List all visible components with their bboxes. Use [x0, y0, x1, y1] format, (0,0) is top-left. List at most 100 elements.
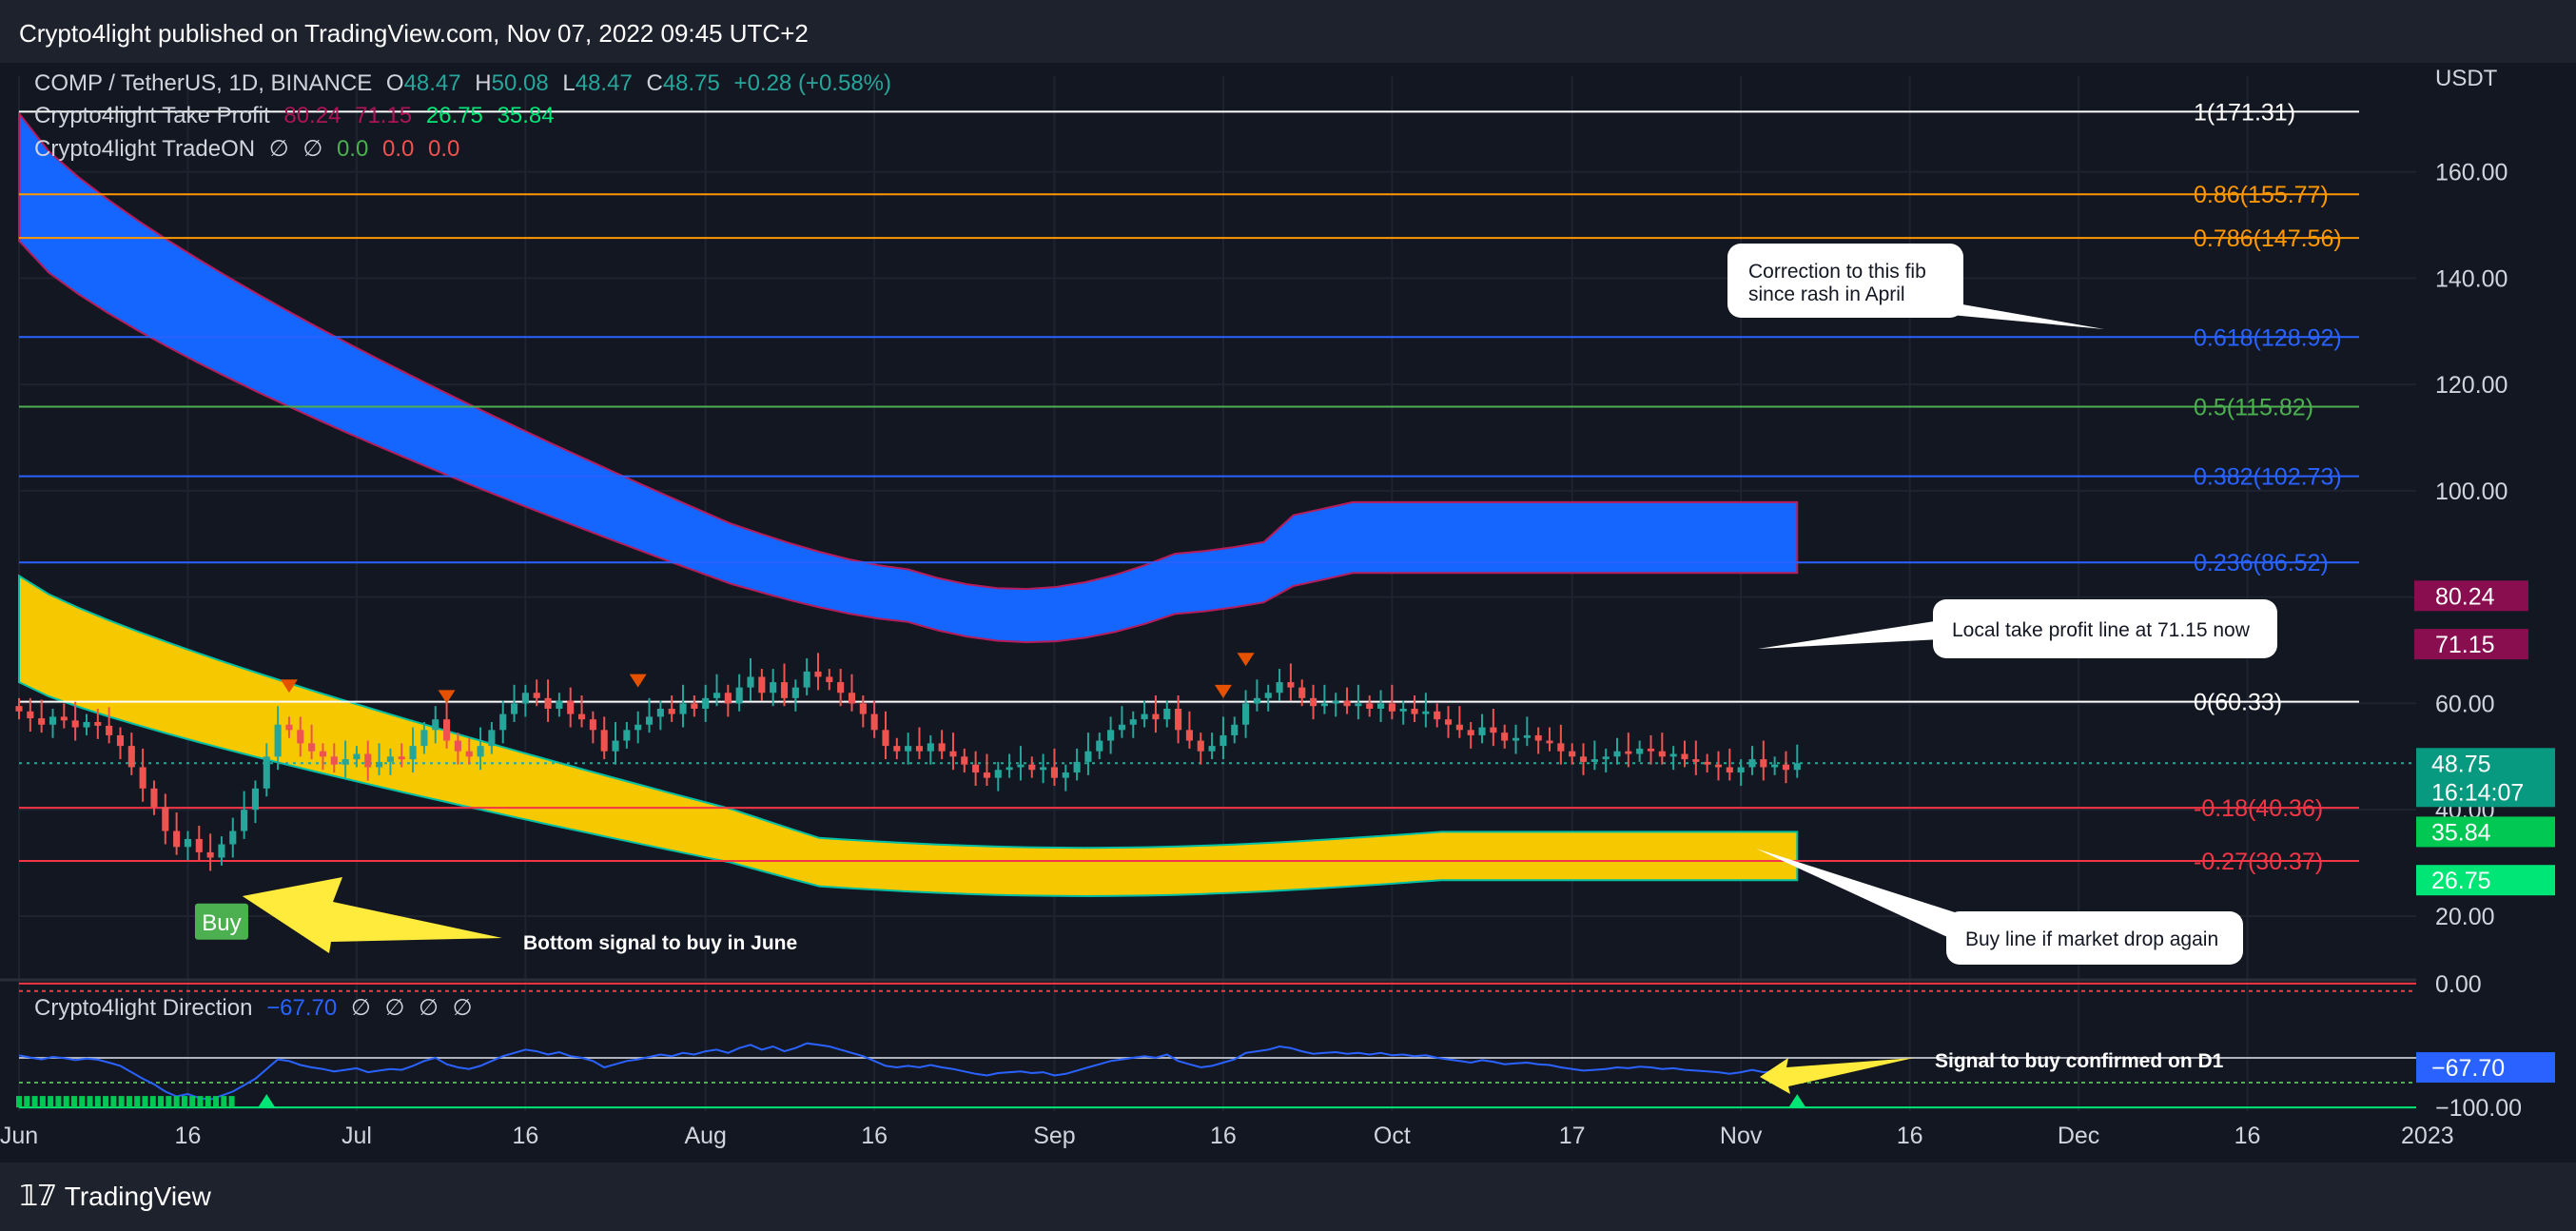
- callout-text: Correction to this fib: [1748, 261, 1926, 283]
- legend-tradeon-value: 0.0: [381, 136, 415, 162]
- candle-body: [1062, 772, 1069, 778]
- legend-direction[interactable]: Crypto4light Direction −67.70 ∅ ∅ ∅ ∅: [34, 994, 480, 1022]
- candle-body: [612, 740, 619, 752]
- legend-take-profit[interactable]: Crypto4light Take Profit 80.24 71.15 26.…: [34, 103, 562, 129]
- legend-tradeon[interactable]: Crypto4light TradeON ∅ ∅ 0.0 0.0 0.0: [34, 135, 467, 163]
- price-label: 26.75: [2431, 868, 2491, 894]
- price-tick-label: 160.00: [2435, 160, 2508, 186]
- legend-ohlc: COMP / TetherUS, 1D, BINANCE O48.47 H50.…: [34, 70, 899, 97]
- candle-body: [1220, 734, 1227, 747]
- candle-body: [882, 730, 889, 747]
- candle-body: [1377, 703, 1385, 709]
- axis-currency: USDT: [2435, 66, 2498, 91]
- null-symbol: ∅: [302, 136, 323, 162]
- direction-bar: [197, 1096, 204, 1108]
- candle-body: [1523, 734, 1531, 738]
- direction-bar: [103, 1096, 109, 1108]
- candle-body: [645, 716, 654, 725]
- time-tick-label: Oct: [1374, 1123, 1411, 1149]
- candle-body: [1455, 724, 1463, 731]
- candle-body: [1332, 700, 1339, 704]
- fib-label: 1(171.31): [2194, 99, 2295, 126]
- direction-bar: [228, 1096, 235, 1108]
- candle-body: [747, 676, 754, 688]
- candle-body: [656, 709, 664, 717]
- candle-body: [1231, 724, 1239, 735]
- candle-body: [1478, 727, 1486, 735]
- candle-body: [139, 767, 146, 789]
- candle-body: [1163, 709, 1171, 720]
- candle-body: [1444, 719, 1453, 725]
- candle-body: [1490, 727, 1497, 733]
- candle-body: [735, 687, 743, 704]
- candle-body: [398, 756, 405, 760]
- candle-body: [994, 770, 1002, 778]
- time-tick-label: 16: [1897, 1123, 1923, 1149]
- candle-body: [1467, 730, 1474, 735]
- candle-body: [1310, 697, 1317, 707]
- direction-bar: [205, 1096, 211, 1108]
- candle-body: [274, 724, 282, 757]
- candle-body: [1028, 764, 1036, 771]
- candle-body: [679, 703, 687, 714]
- candle-body: [1152, 713, 1160, 720]
- brand[interactable]: 𝟙𝟟 TradingView: [19, 1180, 211, 1213]
- candle-body: [297, 730, 304, 744]
- legend-tp-value: 71.15: [355, 103, 413, 128]
- price-tick-label: 60.00: [2435, 691, 2495, 717]
- candle-body: [364, 753, 372, 768]
- time-tick-label: Jul: [342, 1123, 372, 1149]
- candle-body: [770, 682, 777, 694]
- annotations: Correction to this fibsince rash in Apri…: [242, 244, 2277, 1094]
- candle-body: [1760, 759, 1767, 768]
- candle-body: [342, 759, 349, 765]
- candle-body: [1084, 751, 1092, 762]
- time-tick-label: 17: [1559, 1123, 1586, 1149]
- candle-body: [567, 700, 575, 714]
- candle-body: [1129, 719, 1137, 725]
- direction-bar: [70, 1096, 77, 1108]
- null-symbol: ∅: [384, 995, 405, 1021]
- legend-low: 48.47: [575, 70, 633, 96]
- candle-body: [724, 693, 732, 704]
- candle-body: [1411, 709, 1418, 714]
- candle-body: [1748, 759, 1756, 768]
- candle-body: [27, 711, 34, 719]
- direction-bar: [118, 1096, 125, 1108]
- candle-body: [1546, 740, 1553, 744]
- candle-body: [1669, 753, 1677, 757]
- price-label: 48.75: [2431, 751, 2491, 777]
- candle-body: [38, 718, 46, 725]
- candle-body: [308, 743, 316, 752]
- candle-body: [712, 693, 721, 698]
- candle-body: [1287, 682, 1295, 688]
- callout-pointer: [1941, 301, 2104, 329]
- candle-body: [927, 743, 934, 752]
- candle-body: [1073, 761, 1081, 773]
- price-label: 35.84: [2431, 819, 2491, 846]
- candle-body: [263, 756, 270, 789]
- candle-body: [521, 693, 529, 704]
- candle-body: [127, 746, 135, 768]
- candle-body: [1726, 767, 1733, 773]
- candle-body: [1714, 764, 1723, 768]
- null-symbol: ∅: [419, 995, 439, 1021]
- footer-bar: [0, 1163, 2576, 1231]
- candle-body: [848, 693, 856, 704]
- time-tick-label: 16: [1210, 1123, 1237, 1149]
- sell-signal-marker: [1214, 684, 1232, 698]
- callout-text: since rash in April: [1748, 283, 1905, 305]
- callout-text: Local take profit line at 71.15 now: [1952, 619, 2251, 641]
- legend-high: 50.08: [491, 70, 549, 96]
- candle-body: [443, 719, 451, 741]
- candle-body: [49, 716, 57, 725]
- direction-bar: [142, 1096, 148, 1108]
- sell-signal-marker: [629, 674, 647, 688]
- countdown-label: 16:14:07: [2431, 779, 2524, 806]
- candle-body: [623, 730, 631, 741]
- legend-direction-name: Crypto4light Direction: [34, 995, 253, 1021]
- candle-body: [578, 713, 586, 720]
- price-axis: USDT160.00140.00120.00100.0060.0020.0040…: [2414, 63, 2576, 1163]
- candle-body: [983, 772, 991, 778]
- candle-body: [1534, 734, 1542, 741]
